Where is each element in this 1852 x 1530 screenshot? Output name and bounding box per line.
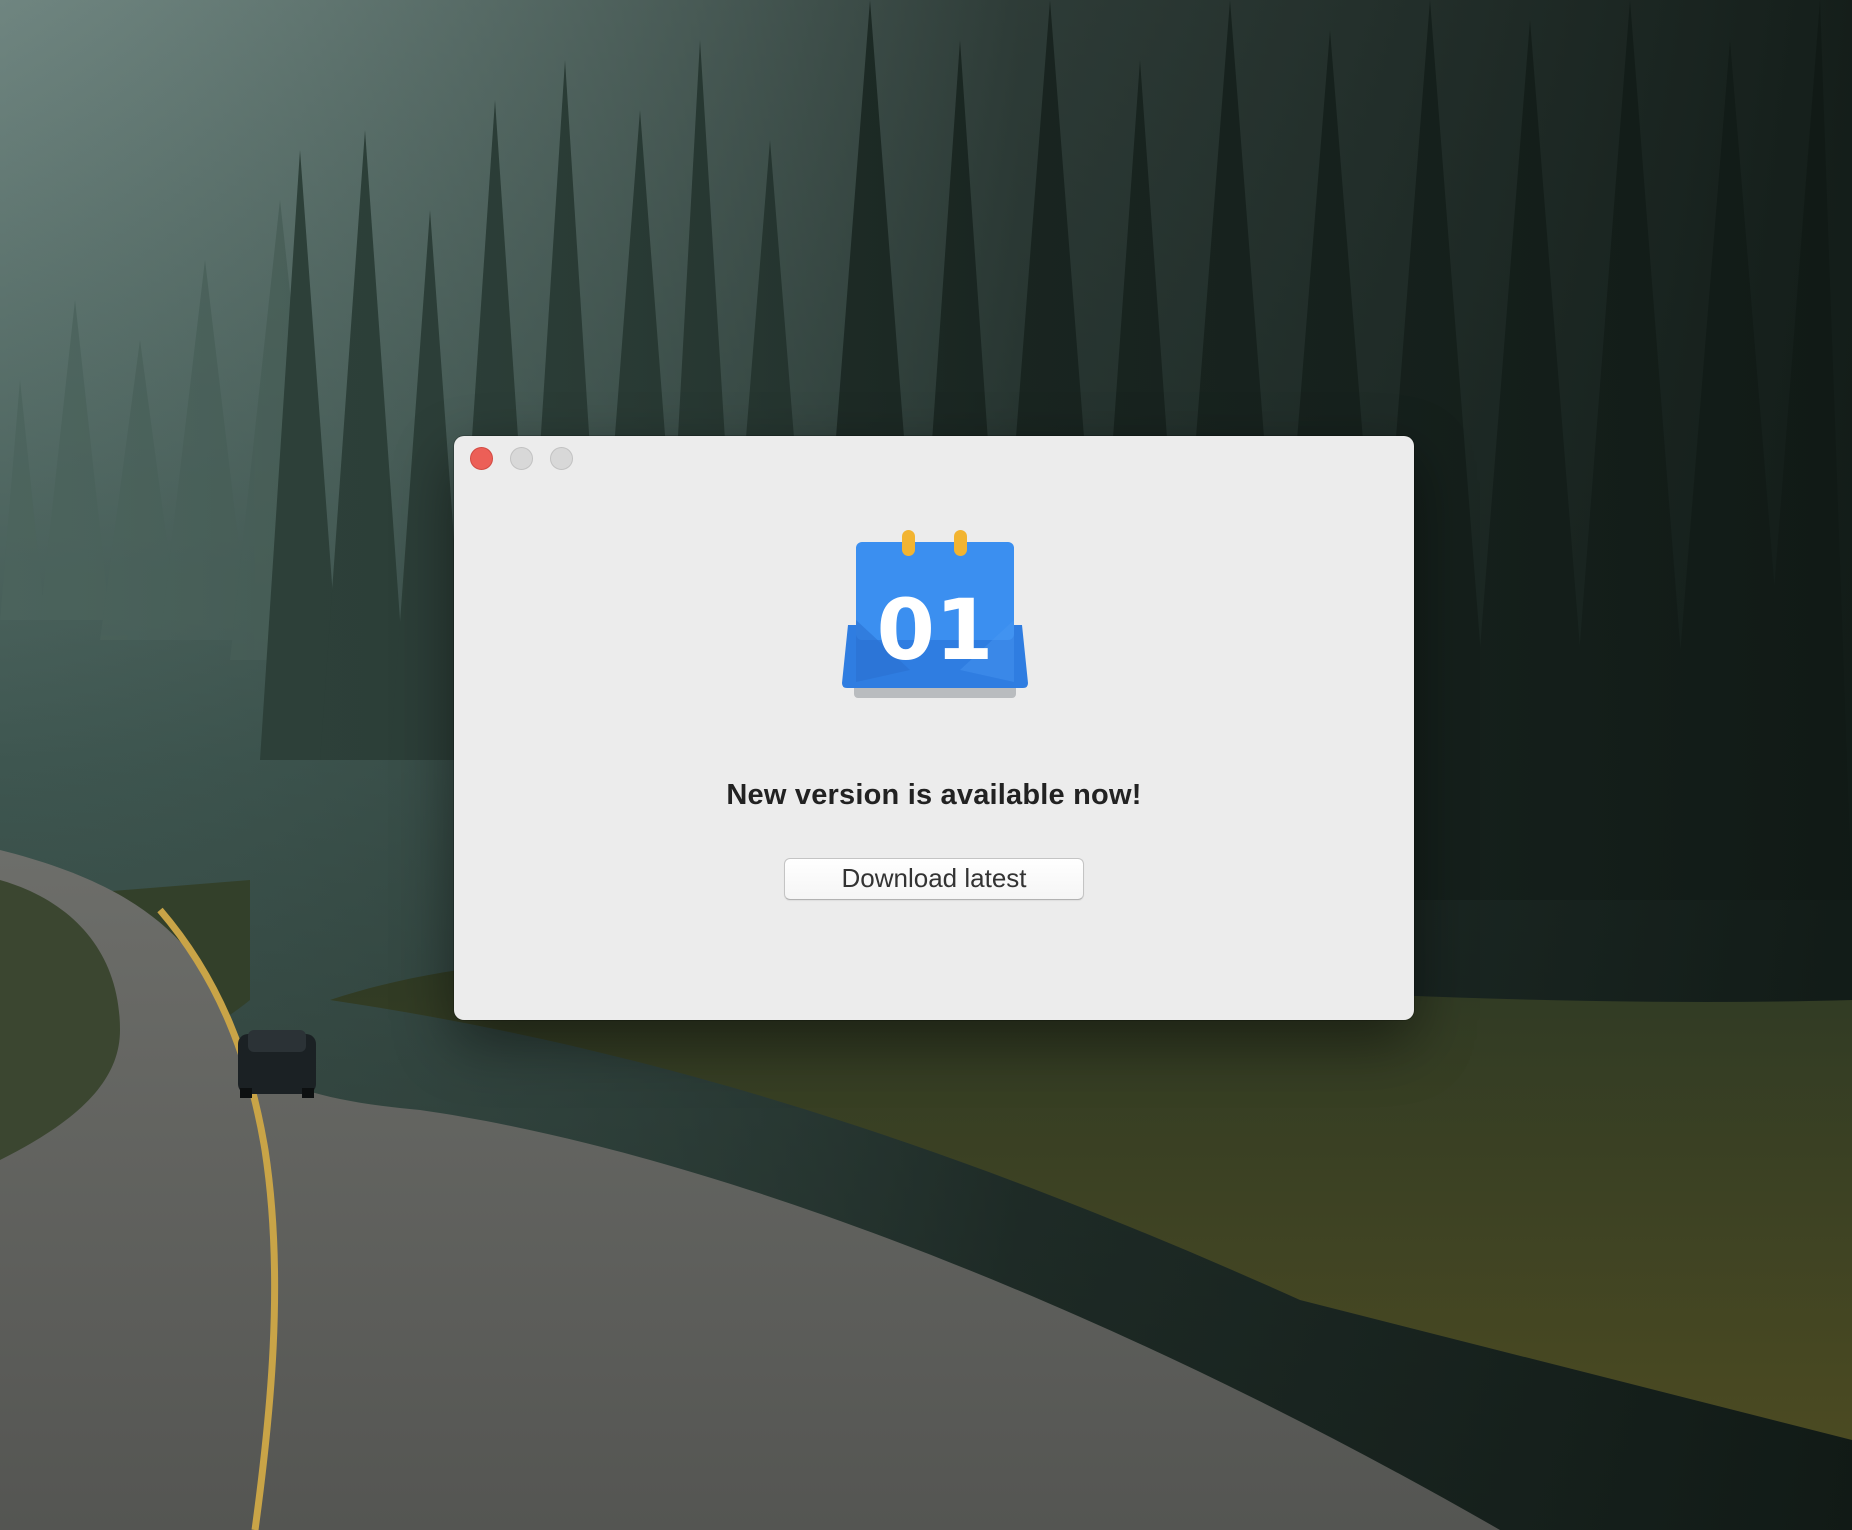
close-icon[interactable]: [470, 447, 493, 470]
minimize-icon[interactable]: [510, 447, 533, 470]
window-titlebar: [454, 436, 1414, 480]
update-dialog-window: 01 New version is available now! Downloa…: [454, 436, 1414, 1020]
update-headline: New version is available now!: [726, 779, 1142, 811]
calendar-icon: 01: [842, 530, 1028, 698]
zoom-icon[interactable]: [550, 447, 573, 470]
download-latest-button[interactable]: Download latest: [784, 858, 1084, 900]
desktop: 01 New version is available now! Downloa…: [0, 0, 1852, 1530]
calendar-day-text: 01: [877, 581, 994, 679]
